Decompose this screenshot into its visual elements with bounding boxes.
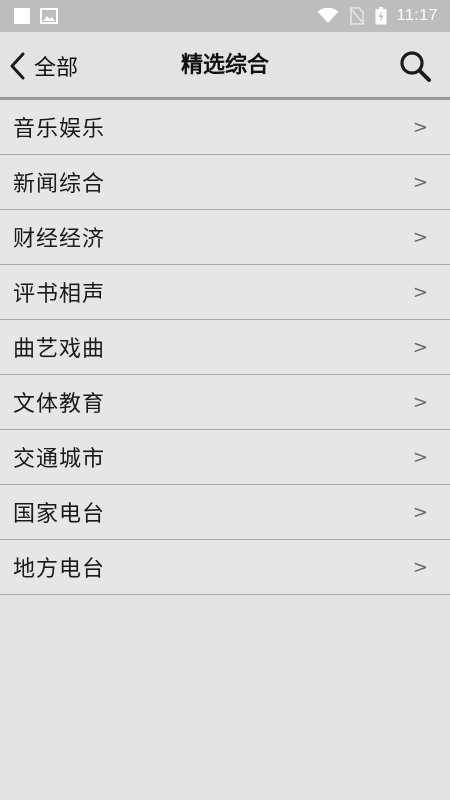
battery-icon	[375, 7, 387, 25]
image-icon	[40, 8, 58, 24]
list-item-music-entertainment[interactable]: 音乐娱乐 >	[0, 100, 450, 155]
chevron-right-icon: >	[412, 171, 428, 193]
list-item-label: 交通城市	[13, 447, 106, 472]
list-item-news[interactable]: 新闻综合 >	[0, 155, 450, 210]
list-item-label: 新闻综合	[13, 172, 106, 197]
chevron-right-icon: >	[412, 281, 428, 303]
list-item-label: 文体教育	[13, 392, 106, 417]
list-item-local-radio[interactable]: 地方电台 >	[0, 540, 450, 595]
list-item-culture-education[interactable]: 文体教育 >	[0, 375, 450, 430]
chevron-left-icon	[8, 51, 28, 81]
wifi-icon	[317, 8, 339, 24]
chevron-right-icon: >	[412, 226, 428, 248]
chevron-right-icon: >	[412, 446, 428, 468]
chevron-right-icon: >	[412, 391, 428, 413]
list-item-opera[interactable]: 曲艺戏曲 >	[0, 320, 450, 375]
chevron-right-icon: >	[412, 116, 428, 138]
status-left	[14, 8, 58, 24]
chevron-right-icon: >	[412, 501, 428, 523]
no-sim-icon	[349, 7, 365, 25]
category-list: 音乐娱乐 > 新闻综合 > 财经经济 > 评书相声 > 曲艺戏曲 > 文体教育 …	[0, 100, 450, 595]
list-item-label: 曲艺戏曲	[13, 337, 106, 362]
back-label: 全部	[34, 56, 79, 81]
search-button[interactable]	[398, 49, 432, 83]
chevron-right-icon: >	[412, 336, 428, 358]
status-time: 11:17	[396, 7, 438, 24]
list-item-label: 音乐娱乐	[13, 117, 106, 142]
back-button[interactable]: 全部	[8, 46, 78, 86]
notification-square-icon	[14, 8, 30, 24]
list-item-finance[interactable]: 财经经济 >	[0, 210, 450, 265]
list-item-label: 地方电台	[13, 557, 106, 582]
list-item-national-radio[interactable]: 国家电台 >	[0, 485, 450, 540]
status-right: 11:17	[317, 7, 438, 25]
search-icon	[398, 49, 432, 83]
chevron-right-icon: >	[412, 556, 428, 578]
list-item-storytelling-crosstalk[interactable]: 评书相声 >	[0, 265, 450, 320]
list-item-label: 财经经济	[13, 227, 106, 252]
app-header: 精选综合 全部	[0, 32, 450, 100]
list-item-traffic-city[interactable]: 交通城市 >	[0, 430, 450, 485]
status-bar: 11:17	[0, 0, 450, 32]
list-item-label: 国家电台	[13, 502, 106, 527]
list-item-label: 评书相声	[13, 282, 106, 307]
